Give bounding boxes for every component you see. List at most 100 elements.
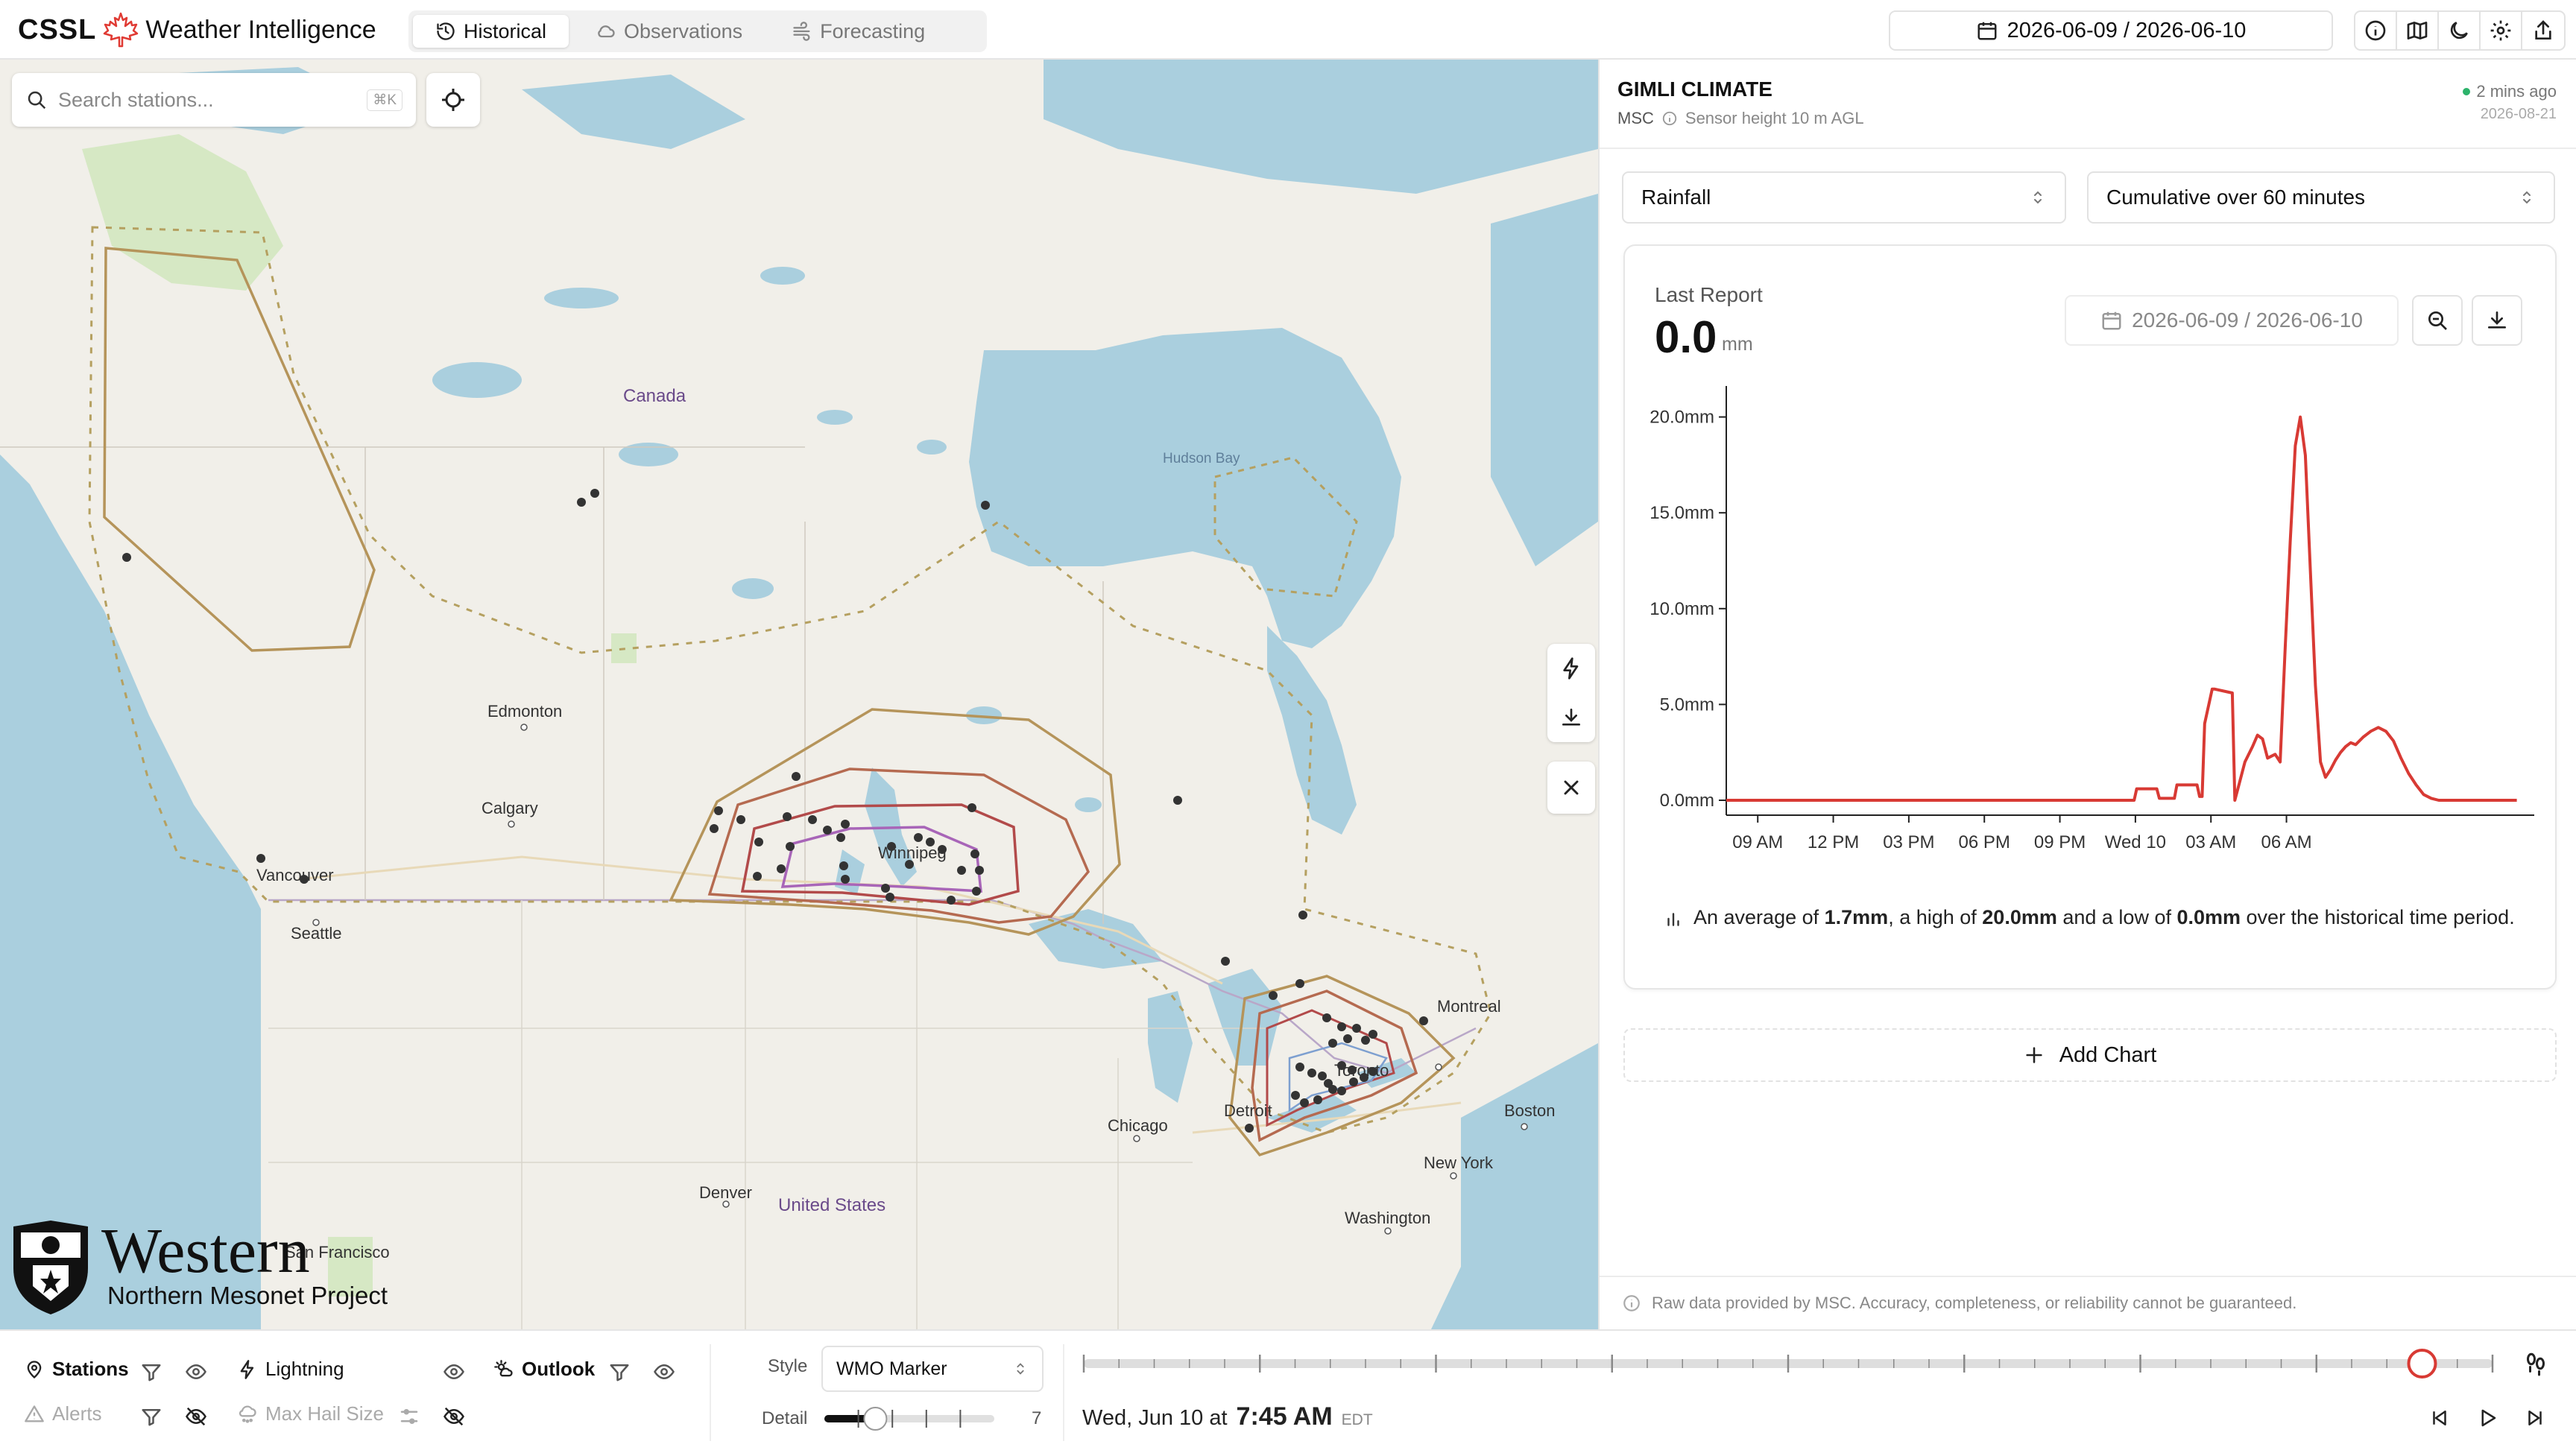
chevron-updown-icon (2523, 191, 2531, 204)
station-updated: 2 mins ago (2463, 82, 2557, 101)
summary-mid1: , a high of (1888, 906, 1983, 928)
x-tick-label: 09 AM (1732, 832, 1783, 852)
map-style-button[interactable] (2397, 12, 2439, 49)
brand[interactable]: CSSL Weather Intelligence (18, 12, 376, 48)
add-chart-button[interactable]: Add Chart (1623, 1028, 2557, 1082)
eye-off-icon[interactable] (185, 1405, 207, 1428)
info-icon (2365, 20, 2386, 41)
timeline-scrubber[interactable] (1076, 1338, 2510, 1390)
time-value: 7:45 AM (1236, 1402, 1333, 1431)
style-select[interactable]: WMO Marker (821, 1346, 1044, 1392)
zoom-out-button[interactable] (2412, 295, 2463, 346)
layer-lightning[interactable]: Lightning (237, 1358, 344, 1381)
disclaimer-text: Raw data provided by MSC. Accuracy, comp… (1652, 1294, 2297, 1312)
map-icon (2407, 22, 2428, 39)
layer-stations[interactable]: Stations (24, 1358, 129, 1381)
map-label-winnipeg: Winnipeg (878, 843, 947, 862)
cloud-icon (598, 25, 615, 38)
x-tick-label: 06 AM (2261, 832, 2312, 852)
map-label-washington: Washington (1345, 1209, 1431, 1227)
chart-summary: An average of 1.7mm, a high of 20.0mm an… (1664, 906, 2528, 928)
eye-icon[interactable] (185, 1361, 207, 1383)
eye-icon[interactable] (653, 1361, 675, 1383)
close-icon (1564, 780, 1579, 795)
map-label-edmonton: Edmonton (487, 702, 563, 721)
y-tick-label: 15.0mm (1650, 503, 1714, 523)
date-range-button[interactable]: 2026-06-09 / 2026-06-10 (1889, 10, 2333, 51)
search-input[interactable] (58, 88, 357, 112)
eye-off-icon[interactable] (443, 1405, 465, 1428)
tab-historical-label: Historical (464, 19, 547, 42)
tab-forecasting[interactable]: Forecasting (769, 15, 947, 48)
download-icon[interactable] (1559, 706, 1583, 729)
play-button[interactable] (2473, 1404, 2501, 1432)
station-updated-date: 2026-08-21 (2480, 106, 2557, 122)
skip-back-button[interactable] (2425, 1404, 2454, 1432)
map-label-boston: Boston (1504, 1101, 1556, 1120)
detail-label: Detail (762, 1408, 808, 1428)
chevron-updown-icon (1017, 1363, 1024, 1375)
lightning-icon[interactable] (1559, 656, 1583, 680)
map-label-seattle: Seattle (291, 924, 342, 943)
skip-back-icon (2433, 1411, 2446, 1425)
maple-leaf-icon (104, 12, 139, 48)
map-label-toronto: Toronto (1334, 1061, 1389, 1080)
download-icon (2488, 311, 2506, 329)
x-tick-label: Wed 10 (2105, 832, 2166, 852)
map-pin-icon (27, 1360, 42, 1378)
x-tick-label: 03 AM (2185, 832, 2236, 852)
header-actions (2354, 10, 2566, 51)
tab-observations[interactable]: Observations (573, 15, 765, 48)
map-label-hudson-bay: Hudson Bay (1163, 451, 1240, 466)
map-label-vancouver: Vancouver (256, 866, 334, 884)
rainfall-chart[interactable]: 0.0mm 5.0mm 10.0mm 15.0mm 20.0mm 09 AM 12 PM 03… (1625, 371, 2557, 885)
style-label: Style (768, 1356, 808, 1376)
filter-icon[interactable] (140, 1361, 162, 1383)
layer-lightning-label: Lightning (265, 1358, 344, 1380)
close-panel-button[interactable] (1547, 762, 1595, 814)
detail-slider[interactable] (820, 1404, 999, 1434)
chart-range-button[interactable]: 2026-06-09 / 2026-06-10 (2065, 295, 2399, 346)
info-icon[interactable] (1661, 110, 1678, 127)
x-tick-label: 06 PM (1959, 832, 2010, 852)
plus-icon (2026, 1047, 2042, 1063)
top-bar: CSSL Weather Intelligence Historical Obs… (0, 0, 2576, 60)
share-button[interactable] (2522, 12, 2564, 49)
filter-icon[interactable] (608, 1361, 631, 1383)
locate-button[interactable] (426, 73, 480, 127)
x-tick-label: 12 PM (1808, 832, 1859, 852)
layer-stations-label: Stations (52, 1358, 129, 1380)
layer-max-hail[interactable]: Max Hail Size (237, 1402, 384, 1425)
summary-prefix: An average of (1693, 906, 1825, 928)
settings-button[interactable] (2481, 12, 2522, 49)
eye-icon[interactable] (443, 1361, 465, 1383)
layer-alerts[interactable]: Alerts (24, 1402, 101, 1425)
filter-icon[interactable] (140, 1405, 162, 1428)
tab-forecasting-label: Forecasting (820, 19, 926, 42)
download-chart-button[interactable] (2472, 295, 2522, 346)
search-shortcut: ⌘K (367, 89, 402, 111)
time-prefix: Wed, Jun 10 at (1082, 1406, 1228, 1430)
map-label-new-york: New York (1424, 1153, 1493, 1172)
western-logo: Western Northern Mesonet Project (10, 1218, 388, 1316)
x-tick-label: 09 PM (2034, 832, 2086, 852)
layer-outlook[interactable]: Outlook (493, 1358, 595, 1381)
tab-historical[interactable]: Historical (413, 15, 569, 48)
slider-knob (863, 1407, 888, 1431)
x-tick-label: 03 PM (1883, 832, 1934, 852)
sliders-icon[interactable] (398, 1405, 420, 1428)
y-tick-label: 20.0mm (1650, 408, 1714, 428)
station-sensor: Sensor height 10 m AGL (1685, 109, 1864, 127)
info-button[interactable] (2355, 12, 2397, 49)
variable-select[interactable]: Rainfall (1622, 171, 2066, 224)
brand-short: CSSL (18, 13, 97, 45)
skip-forward-icon (2528, 1411, 2542, 1425)
wind-icon (793, 22, 810, 41)
search-icon (28, 91, 46, 110)
dark-mode-button[interactable] (2439, 12, 2481, 49)
aggregation-select[interactable]: Cumulative over 60 minutes (2087, 171, 2555, 224)
skip-forward-button[interactable] (2521, 1404, 2549, 1432)
status-dot (2463, 88, 2471, 95)
footprints-icon[interactable] (2522, 1350, 2549, 1377)
map-canvas[interactable]: Canada Hudson Bay Edmonton Calgary Vanco… (0, 60, 1598, 1329)
